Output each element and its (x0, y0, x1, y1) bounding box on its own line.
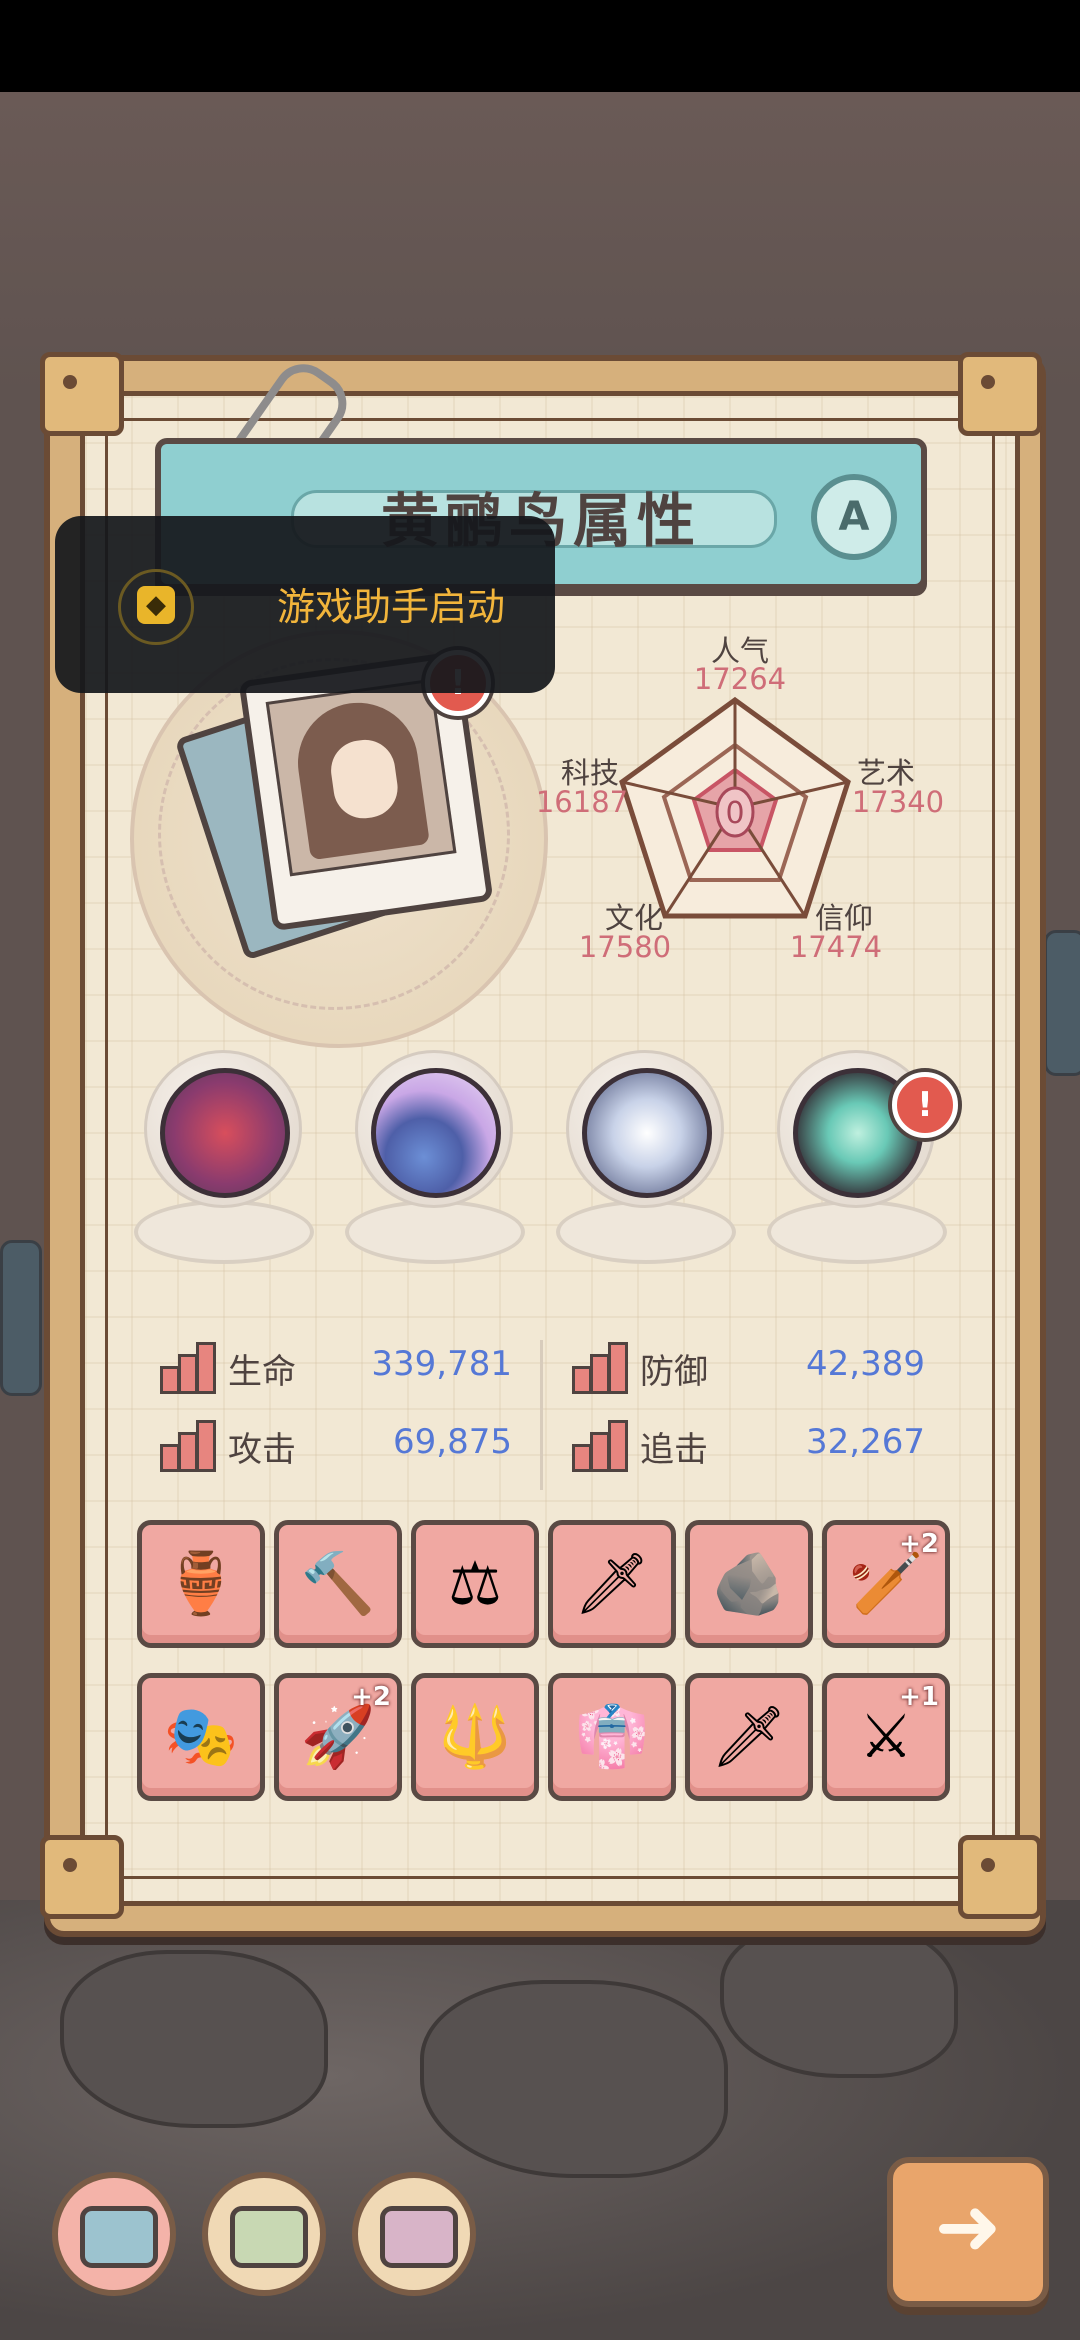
hammer-icon: 🔨 (300, 1549, 376, 1619)
stat-value-defense: 42,389 (806, 1344, 925, 1384)
rock-decoration (720, 1920, 958, 2078)
next-button[interactable]: ➜ (887, 2157, 1049, 2307)
health-bar-icon (160, 1342, 218, 1394)
equipment-slot-11[interactable]: 🗡 (685, 1673, 813, 1801)
golden-idol-icon: 🏺 (163, 1549, 239, 1619)
relic-alert-badge: ! (892, 1072, 958, 1138)
radar-value-tech: 16187 (535, 785, 629, 819)
stat-label-attack: 攻击 (228, 1430, 296, 1470)
sword-bar-icon (160, 1420, 218, 1472)
trident-icon: 🔱 (437, 1702, 513, 1772)
rock-decoration (420, 1980, 728, 2178)
stat-value-hp: 339,781 (371, 1344, 512, 1384)
relic-slot-3[interactable] (552, 1050, 736, 1270)
green-creature-icon (230, 2206, 308, 2268)
pink-creature-icon (380, 2206, 458, 2268)
blue-creature-button[interactable] (52, 2172, 176, 2296)
equipment-slot-7[interactable]: 🎭 (137, 1673, 265, 1801)
board-corner (40, 1835, 124, 1919)
shield-bar-icon (572, 1342, 630, 1394)
rock-decoration (60, 1950, 328, 2128)
side-decoration (1044, 930, 1080, 1076)
toast-message: 游戏助手启动 (277, 585, 506, 629)
upgrade-level-badge: +1 (899, 1682, 939, 1712)
slingshot-icon: ⚖ (448, 1549, 502, 1619)
board-corner (40, 352, 124, 436)
radar-value-popularity: 17264 (693, 662, 787, 696)
relic-slot-1[interactable] (130, 1050, 314, 1270)
stat-label-defense: 防御 (640, 1352, 708, 1392)
equipment-slot-6[interactable]: 🏏 +2 (822, 1520, 950, 1648)
board-corner (958, 1835, 1042, 1919)
upgrade-level-badge: +2 (351, 1682, 391, 1712)
equipment-slot-10[interactable]: 👘 (548, 1673, 676, 1801)
equipment-slot-3[interactable]: ⚖ (411, 1520, 539, 1648)
rocket-icon: 🚀 (300, 1702, 376, 1772)
equipment-slot-9[interactable]: 🔱 (411, 1673, 539, 1801)
stat-value-pursuit: 32,267 (806, 1422, 925, 1462)
stat-value-attack: 69,875 (393, 1422, 512, 1462)
equipment-slot-1[interactable]: 🏺 (137, 1520, 265, 1648)
relic-slot-2[interactable] (341, 1050, 525, 1270)
lightning-bar-icon (572, 1420, 630, 1472)
upgrade-level-badge: +2 (899, 1529, 939, 1559)
grade-badge[interactable]: A (811, 474, 897, 560)
spiked-mace-icon: 🏏 (848, 1549, 924, 1619)
green-creature-button[interactable] (202, 2172, 326, 2296)
equipment-slot-12[interactable]: ⚔ +1 (822, 1673, 950, 1801)
stat-label-hp: 生命 (228, 1352, 296, 1392)
pink-creature-button[interactable] (352, 2172, 476, 2296)
board-corner (958, 352, 1042, 436)
cube-icon: ◆ (137, 586, 175, 624)
equipment-slot-8[interactable]: 🚀 +2 (274, 1673, 402, 1801)
arrow-right-icon: ➜ (934, 2180, 1002, 2273)
radar-value-art: 17340 (851, 785, 945, 819)
compass-relic-icon (582, 1068, 712, 1198)
background-top (0, 92, 1080, 392)
sword-icon: 🗡 (573, 1549, 651, 1619)
spear-head-icon: 🗡 (710, 1702, 788, 1772)
equipment-slot-5[interactable]: 🪨 (685, 1520, 813, 1648)
radar-value-culture: 17580 (578, 930, 672, 964)
pearl-shell-relic-icon (371, 1068, 501, 1198)
equipment-slot-4[interactable]: 🗡 (548, 1520, 676, 1648)
stats-panel: 生命 339,781 防御 42,389 攻击 69,875 追击 32,267 (140, 1320, 945, 1490)
scythe-icon: ⚔ (859, 1702, 913, 1772)
tribal-mask-staff-icon: 🎭 (163, 1702, 239, 1772)
equipment-slot-2[interactable]: 🔨 (274, 1520, 402, 1648)
blue-creature-icon (80, 2206, 158, 2268)
radar-center-value: 0 (725, 796, 744, 831)
assistant-toast: ◆ 游戏助手启动 (55, 516, 555, 693)
status-bar (0, 0, 1080, 92)
tentacle-relic-icon (160, 1068, 290, 1198)
side-decoration (0, 1240, 42, 1396)
robe-icon: 👘 (574, 1702, 650, 1772)
rock-armor-icon: 🪨 (711, 1549, 787, 1619)
radar-value-faith: 17474 (789, 930, 883, 964)
stat-label-pursuit: 追击 (640, 1430, 708, 1470)
